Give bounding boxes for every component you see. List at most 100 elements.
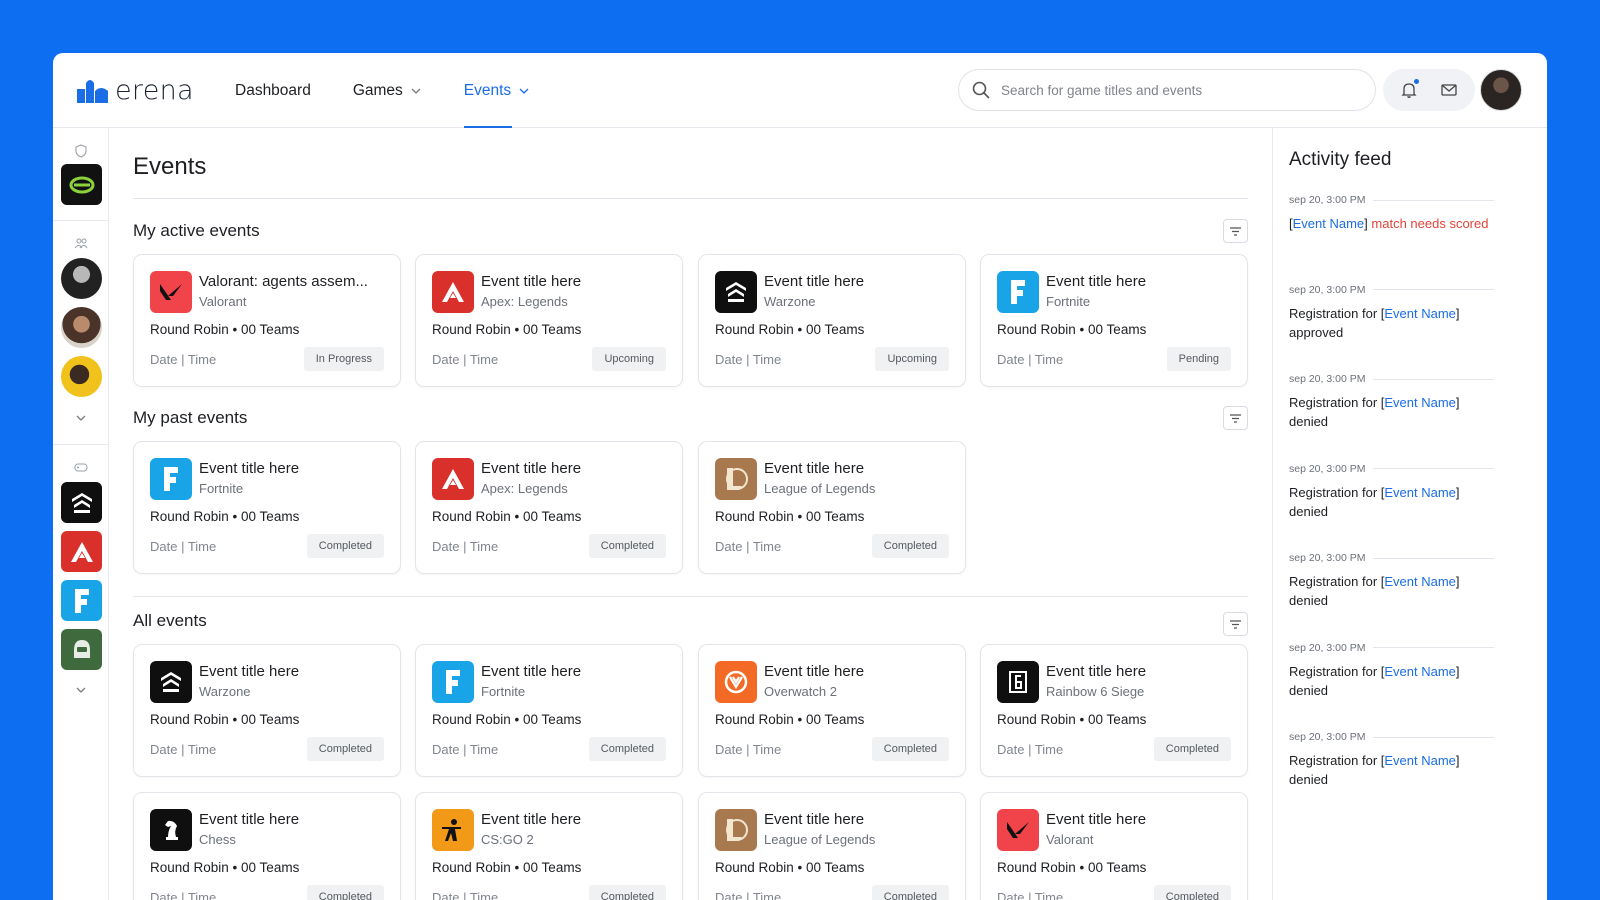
nav-events[interactable]: Events — [463, 53, 530, 128]
messages-button[interactable] — [1434, 75, 1464, 105]
lol-icon — [715, 809, 757, 851]
event-game: Warzone — [764, 294, 816, 309]
event-name-link[interactable]: Event Name — [1384, 306, 1456, 321]
event-date-time: Date | Time — [432, 352, 499, 367]
event-title: Event title here — [1046, 273, 1147, 290]
event-date-time: Date | Time — [715, 539, 782, 554]
event-format: Round Robin • 00 Teams — [432, 712, 582, 727]
friend-avatar-2[interactable] — [61, 307, 102, 348]
event-title: Event title here — [764, 460, 865, 477]
activity-time: sep 20, 3:00 PM — [1289, 642, 1494, 654]
event-game: League of Legends — [764, 832, 876, 847]
game-halo-tile[interactable] — [61, 629, 102, 670]
event-card[interactable]: Event title here League of Legends Round R… — [698, 441, 966, 574]
event-card[interactable]: Event title here CS:GO 2 Round Robin • 00 … — [415, 792, 683, 900]
event-title: Event title here — [764, 273, 865, 290]
page-title: Events — [133, 153, 207, 180]
event-format: Round Robin • 00 Teams — [150, 712, 300, 727]
event-game: Fortnite — [481, 684, 526, 699]
friend-avatar-1[interactable] — [61, 258, 102, 299]
status-badge: Completed — [306, 534, 384, 558]
notifications-button[interactable] — [1394, 75, 1424, 105]
event-title: Event title here — [199, 811, 300, 828]
event-title: Event title here — [481, 273, 582, 290]
event-format: Round Robin • 00 Teams — [715, 509, 865, 524]
status-badge: Completed — [306, 885, 384, 900]
filter-icon — [1230, 619, 1241, 629]
halo-helmet-icon — [73, 639, 90, 658]
event-name-link[interactable]: Event Name — [1384, 395, 1456, 410]
event-format: Round Robin • 00 Teams — [997, 712, 1147, 727]
event-card[interactable]: Event title here Chess Round Robin • 00 Te… — [133, 792, 401, 900]
event-card[interactable]: Event title here Overwatch 2 Round Robin •… — [698, 644, 966, 777]
activity-text: [Event Name] match needs scored — [1289, 216, 1489, 231]
activity-time: sep 20, 3:00 PM — [1289, 284, 1494, 296]
event-name-link[interactable]: Event Name — [1384, 664, 1456, 679]
event-card[interactable]: Event title here Fortnite Round Robin • 00… — [980, 254, 1248, 387]
activity-time: sep 20, 3:00 PM — [1289, 194, 1494, 206]
gamepad-icon — [74, 463, 88, 472]
section-title-all: All events — [133, 611, 207, 630]
optic-logo-icon — [69, 176, 94, 193]
apex-icon — [70, 541, 93, 562]
activity-text: Registration for [Event Name] denied — [1289, 484, 1460, 519]
status-badge: Completed — [588, 885, 666, 900]
event-card[interactable]: Valorant: agents assem... Valorant Round R… — [133, 254, 401, 387]
event-card[interactable]: Event title here Valorant Round Robin • 00… — [980, 792, 1248, 900]
team-optic-tile[interactable] — [61, 164, 102, 205]
event-card[interactable]: Event title here Fortnite Round Robin • 00… — [415, 644, 683, 777]
event-game: Chess — [199, 832, 236, 847]
event-game: Warzone — [199, 684, 251, 699]
event-name-link[interactable]: Event Name — [1384, 753, 1456, 768]
search-input[interactable] — [1001, 82, 1341, 98]
event-date-time: Date | Time — [997, 352, 1064, 367]
game-warzone-tile[interactable] — [61, 482, 102, 523]
user-avatar[interactable] — [1480, 69, 1522, 111]
nav-games[interactable]: Games — [353, 53, 422, 128]
event-name-link[interactable]: Event Name — [1384, 574, 1456, 589]
filter-button-past[interactable] — [1223, 406, 1248, 430]
event-card[interactable]: Event title here Apex: Legends Round Robin… — [415, 441, 683, 574]
chevron-down-icon — [411, 88, 421, 94]
event-date-time: Date | Time — [715, 352, 782, 367]
friend-avatar-3[interactable] — [61, 356, 102, 397]
event-card[interactable]: Event title here Warzone Round Robin • 00 … — [133, 644, 401, 777]
event-date-time: Date | Time — [997, 890, 1064, 900]
event-card[interactable]: Event title here Apex: Legends Round Robin… — [415, 254, 683, 387]
app-window: erena Dashboard Games Events Search for … — [53, 53, 1547, 900]
event-card[interactable]: Event title here Rainbow 6 Siege Round Rob… — [980, 644, 1248, 777]
top-nav-bar: erena Dashboard Games Events — [53, 53, 1547, 128]
status-badge: Completed — [588, 534, 666, 558]
status-badge: Completed — [871, 534, 949, 558]
activity-item: sep 20, 3:00 PM Registration for [Event N… — [1289, 731, 1494, 789]
status-badge: Completed — [588, 737, 666, 761]
notification-dot — [1414, 79, 1419, 84]
event-name-link[interactable]: Event Name — [1384, 485, 1456, 500]
event-title: Event title here — [481, 663, 582, 680]
chevron-down-icon[interactable] — [75, 412, 87, 424]
event-card[interactable]: Event title here Fortnite Round Robin • 00… — [133, 441, 401, 574]
event-card[interactable]: Event title here League of Legends Round R… — [698, 792, 966, 900]
game-fortnite-tile[interactable] — [61, 580, 102, 621]
apex-icon — [432, 271, 474, 313]
event-name-link[interactable]: Event Name — [1293, 216, 1365, 231]
nav-games-label: Games — [352, 81, 403, 99]
filter-button-active[interactable] — [1223, 219, 1248, 243]
overwatch-icon — [715, 661, 757, 703]
chevron-down-icon[interactable] — [75, 684, 87, 696]
event-game: Valorant — [199, 294, 247, 309]
filter-button-all[interactable] — [1223, 612, 1248, 636]
event-date-time: Date | Time — [715, 890, 782, 900]
erena-logo[interactable]: erena — [77, 75, 194, 106]
activity-time: sep 20, 3:00 PM — [1289, 463, 1494, 475]
event-title: Event title here — [199, 460, 300, 477]
game-apex-tile[interactable] — [61, 531, 102, 572]
main-nav: Dashboard Games Events — [235, 53, 572, 128]
event-date-time: Date | Time — [150, 742, 217, 757]
event-card[interactable]: Event title here Warzone Round Robin • 00 … — [698, 254, 966, 387]
erena-logo-icon — [77, 80, 108, 103]
event-date-time: Date | Time — [432, 742, 499, 757]
section-title-active: My active events — [133, 221, 260, 240]
event-format: Round Robin • 00 Teams — [150, 860, 300, 875]
nav-dashboard[interactable]: Dashboard — [235, 53, 311, 128]
